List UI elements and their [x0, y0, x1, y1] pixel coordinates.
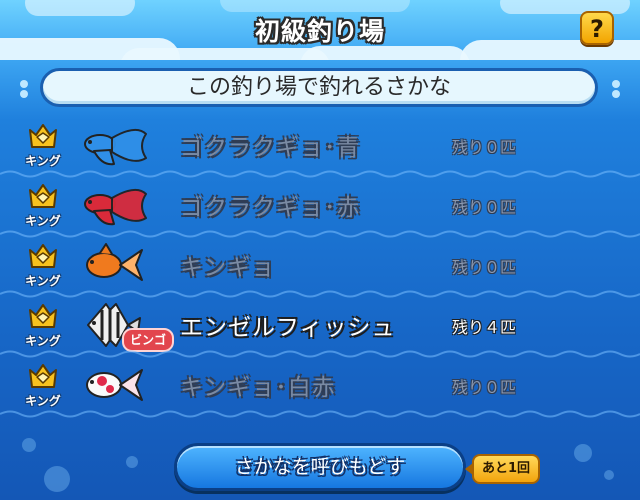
banner-dot-left: [20, 80, 28, 88]
fishing-spot-screen: 初級釣り場 ? この釣り場で釣れるさかな キング ゴクラクギョ･青 残り０匹 キングゴ…: [0, 0, 640, 500]
screen-title: 初級釣り場: [254, 17, 385, 46]
fish-name: キンギョ･白赤: [180, 375, 336, 401]
fish-name: キンギョ: [180, 255, 276, 281]
rank-label: キング: [25, 394, 61, 408]
bubble: [22, 438, 36, 452]
rank-badge: キング: [18, 240, 68, 290]
rank-badge: キング: [18, 180, 68, 230]
catchable-fish-header: この釣り場で釣れるさかな: [40, 68, 598, 107]
banner-dot-right: [612, 80, 620, 88]
cloud: [120, 48, 330, 60]
fish-name: ゴクラクギョ･青: [180, 135, 361, 161]
fish-name: ゴクラクギョ･赤: [180, 195, 361, 221]
fish-row[interactable]: キング ゴクラクギョ･青 残り０匹: [0, 114, 640, 178]
fish-remaining-count: 残り０匹: [452, 258, 517, 277]
rank-badge: キング: [18, 360, 68, 410]
fish-remaining-count: 残り０匹: [452, 198, 517, 217]
rank-label: キング: [25, 214, 61, 228]
crown-icon: [29, 304, 57, 328]
crown-icon: [29, 124, 57, 148]
white-red-goldfish-icon: [76, 360, 150, 410]
fish-name: エンゼルフィッシュ: [180, 315, 396, 341]
red-betta-fish-icon: [76, 180, 150, 230]
help-button[interactable]: ?: [580, 11, 614, 45]
rank-badge: キング: [18, 300, 68, 350]
fish-remaining-count: 残り０匹: [452, 138, 517, 157]
crown-icon: [29, 244, 57, 268]
remaining-uses-badge: あと1回: [464, 454, 541, 484]
fish-row[interactable]: キング ゴクラクギョ･赤 残り０匹: [0, 174, 640, 238]
fish-row[interactable]: キング キンギョ･白赤 残り０匹: [0, 354, 640, 418]
fish-row[interactable]: キング キンギョ 残り０匹: [0, 234, 640, 298]
rank-badge: キング: [18, 120, 68, 170]
bubble: [574, 444, 592, 462]
goldfish-icon: [76, 240, 150, 290]
recall-fish-button[interactable]: さかなを呼びもどす: [174, 443, 466, 491]
fish-list: キング ゴクラクギョ･青 残り０匹 キング ゴクラクギョ･赤 残り０匹 キング キンギョ 残り０…: [0, 114, 640, 418]
cloud: [220, 0, 410, 12]
blue-betta-fish-icon: [76, 120, 150, 170]
rank-label: キング: [25, 154, 61, 168]
rank-label: キング: [25, 334, 61, 348]
fish-remaining-count: 残り０匹: [452, 378, 517, 397]
cloud: [300, 46, 470, 60]
fish-remaining-count: 残り４匹: [452, 318, 517, 337]
crown-icon: [29, 184, 57, 208]
rank-label: キング: [25, 274, 61, 288]
wave-divider: [0, 410, 640, 418]
fish-row[interactable]: キング ビンゴ エンゼルフィッシュ 残り４匹: [0, 294, 640, 358]
crown-icon: [29, 364, 57, 388]
bubble: [604, 470, 614, 480]
bubble: [44, 466, 70, 492]
bubble: [126, 456, 138, 468]
header: 初級釣り場: [0, 0, 640, 60]
